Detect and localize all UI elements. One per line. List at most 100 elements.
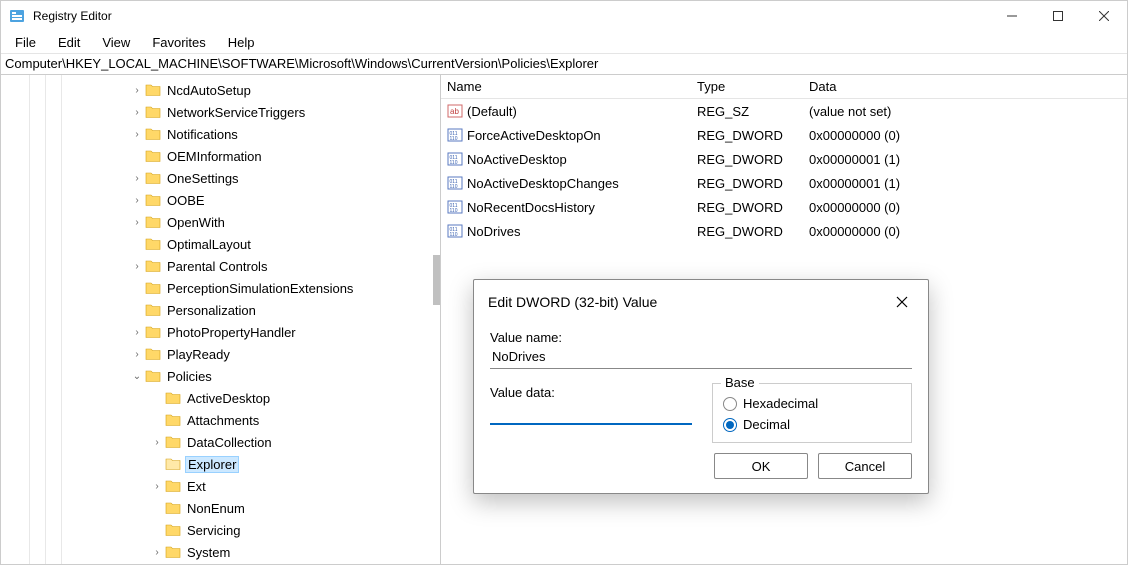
list-row[interactable]: ab(Default)REG_SZ(value not set) <box>441 99 1127 123</box>
tree-item[interactable]: NonEnum <box>1 497 440 519</box>
tree-item-label: NetworkServiceTriggers <box>165 105 307 120</box>
list-row[interactable]: 011110NoActiveDesktopChangesREG_DWORD0x0… <box>441 171 1127 195</box>
tree-item[interactable]: Personalization <box>1 299 440 321</box>
list-row[interactable]: 011110NoRecentDocsHistoryREG_DWORD0x0000… <box>441 195 1127 219</box>
expand-icon[interactable]: › <box>129 107 145 118</box>
dword-value-icon: 011110 <box>447 175 463 191</box>
tree-item[interactable]: OptimalLayout <box>1 233 440 255</box>
tree-item[interactable]: PerceptionSimulationExtensions <box>1 277 440 299</box>
radio-hexadecimal[interactable]: Hexadecimal <box>723 396 901 411</box>
minimize-button[interactable] <box>989 1 1035 31</box>
tree-item[interactable]: › Ext <box>1 475 440 497</box>
base-legend: Base <box>721 375 759 390</box>
tree-item[interactable]: OEMInformation <box>1 145 440 167</box>
tree-item[interactable]: Explorer <box>1 453 440 475</box>
folder-icon <box>145 105 161 119</box>
expand-icon[interactable]: › <box>149 437 165 448</box>
menu-file[interactable]: File <box>5 33 46 52</box>
tree-item[interactable]: ›OneSettings <box>1 167 440 189</box>
scrollbar-thumb[interactable] <box>433 255 441 305</box>
tree-item[interactable]: ›NcdAutoSetup <box>1 79 440 101</box>
base-group: Base Hexadecimal Decimal <box>712 383 912 443</box>
svg-text:110: 110 <box>450 160 458 166</box>
tree-item[interactable]: › Parental Controls <box>1 255 440 277</box>
expand-icon[interactable]: › <box>129 85 145 96</box>
close-button[interactable] <box>1081 1 1127 31</box>
value-type: REG_DWORD <box>691 128 803 143</box>
folder-icon <box>145 347 161 361</box>
tree-item[interactable]: ›System <box>1 541 440 563</box>
tree-item-label: Ext <box>185 479 208 494</box>
tree-item-label: OptimalLayout <box>165 237 253 252</box>
expand-icon[interactable]: › <box>129 261 145 272</box>
tree-item[interactable]: Attachments <box>1 409 440 431</box>
tree-item-label: Parental Controls <box>165 259 269 274</box>
tree-item-label: Notifications <box>165 127 240 142</box>
tree-item[interactable]: › OpenWith <box>1 211 440 233</box>
tree-item[interactable]: › PlayReady <box>1 343 440 365</box>
tree-item[interactable]: ›OOBE <box>1 189 440 211</box>
value-name: NoActiveDesktopChanges <box>467 176 619 191</box>
value-type: REG_DWORD <box>691 200 803 215</box>
edit-dword-dialog: Edit DWORD (32-bit) Value Value name: Va… <box>473 279 929 494</box>
dialog-close-button[interactable] <box>890 290 914 314</box>
menu-edit[interactable]: Edit <box>48 33 90 52</box>
expand-icon[interactable]: › <box>149 481 165 492</box>
maximize-button[interactable] <box>1035 1 1081 31</box>
menu-help[interactable]: Help <box>218 33 265 52</box>
value-name: NoDrives <box>467 224 520 239</box>
tree-item[interactable]: ⌄Policies <box>1 365 440 387</box>
value-data-input[interactable] <box>490 400 692 425</box>
list-row[interactable]: 011110NoActiveDesktopREG_DWORD0x00000001… <box>441 147 1127 171</box>
menu-view[interactable]: View <box>92 33 140 52</box>
svg-text:ab: ab <box>450 107 459 116</box>
tree-item[interactable]: › Notifications <box>1 123 440 145</box>
value-data: 0x00000001 (1) <box>803 176 1127 191</box>
expand-icon[interactable]: › <box>129 327 145 338</box>
address-bar[interactable]: Computer\HKEY_LOCAL_MACHINE\SOFTWARE\Mic… <box>1 53 1127 75</box>
value-type: REG_SZ <box>691 104 803 119</box>
value-data-label: Value data: <box>490 385 692 400</box>
expand-icon[interactable]: › <box>129 129 145 140</box>
folder-icon <box>145 215 161 229</box>
column-type[interactable]: Type <box>691 79 803 94</box>
ok-button[interactable]: OK <box>714 453 808 479</box>
tree-item-label: PlayReady <box>165 347 232 362</box>
value-type: REG_DWORD <box>691 152 803 167</box>
value-name: (Default) <box>467 104 517 119</box>
tree-item-label: Personalization <box>165 303 258 318</box>
folder-icon <box>165 523 181 537</box>
expand-icon[interactable]: › <box>129 173 145 184</box>
value-data: 0x00000000 (0) <box>803 200 1127 215</box>
radio-decimal[interactable]: Decimal <box>723 417 901 432</box>
folder-icon <box>145 149 161 163</box>
expand-icon[interactable]: › <box>129 217 145 228</box>
tree-item-label: ActiveDesktop <box>185 391 272 406</box>
tree-item[interactable]: › PhotoPropertyHandler <box>1 321 440 343</box>
folder-icon <box>145 259 161 273</box>
window-title: Registry Editor <box>33 9 112 23</box>
tree-item-label: PhotoPropertyHandler <box>165 325 298 340</box>
expand-icon[interactable]: › <box>149 547 165 558</box>
tree-item[interactable]: › NetworkServiceTriggers <box>1 101 440 123</box>
tree-item[interactable]: ›DataCollection <box>1 431 440 453</box>
column-name[interactable]: Name <box>441 79 691 94</box>
menu-favorites[interactable]: Favorites <box>142 33 215 52</box>
list-row[interactable]: 011110ForceActiveDesktopOnREG_DWORD0x000… <box>441 123 1127 147</box>
value-data: 0x00000001 (1) <box>803 152 1127 167</box>
cancel-button[interactable]: Cancel <box>818 453 912 479</box>
folder-icon <box>165 479 181 493</box>
expand-icon[interactable]: › <box>129 349 145 360</box>
folder-icon <box>145 303 161 317</box>
column-data[interactable]: Data <box>803 79 1127 94</box>
value-name-input[interactable] <box>490 345 912 369</box>
tree-item-label: OEMInformation <box>165 149 264 164</box>
folder-icon <box>165 413 181 427</box>
expand-icon[interactable]: ⌄ <box>129 371 145 382</box>
tree-item[interactable]: Servicing <box>1 519 440 541</box>
expand-icon[interactable]: › <box>129 195 145 206</box>
tree-item-label: OpenWith <box>165 215 227 230</box>
tree-item[interactable]: ActiveDesktop <box>1 387 440 409</box>
list-row[interactable]: 011110NoDrivesREG_DWORD0x00000000 (0) <box>441 219 1127 243</box>
value-name: ForceActiveDesktopOn <box>467 128 601 143</box>
